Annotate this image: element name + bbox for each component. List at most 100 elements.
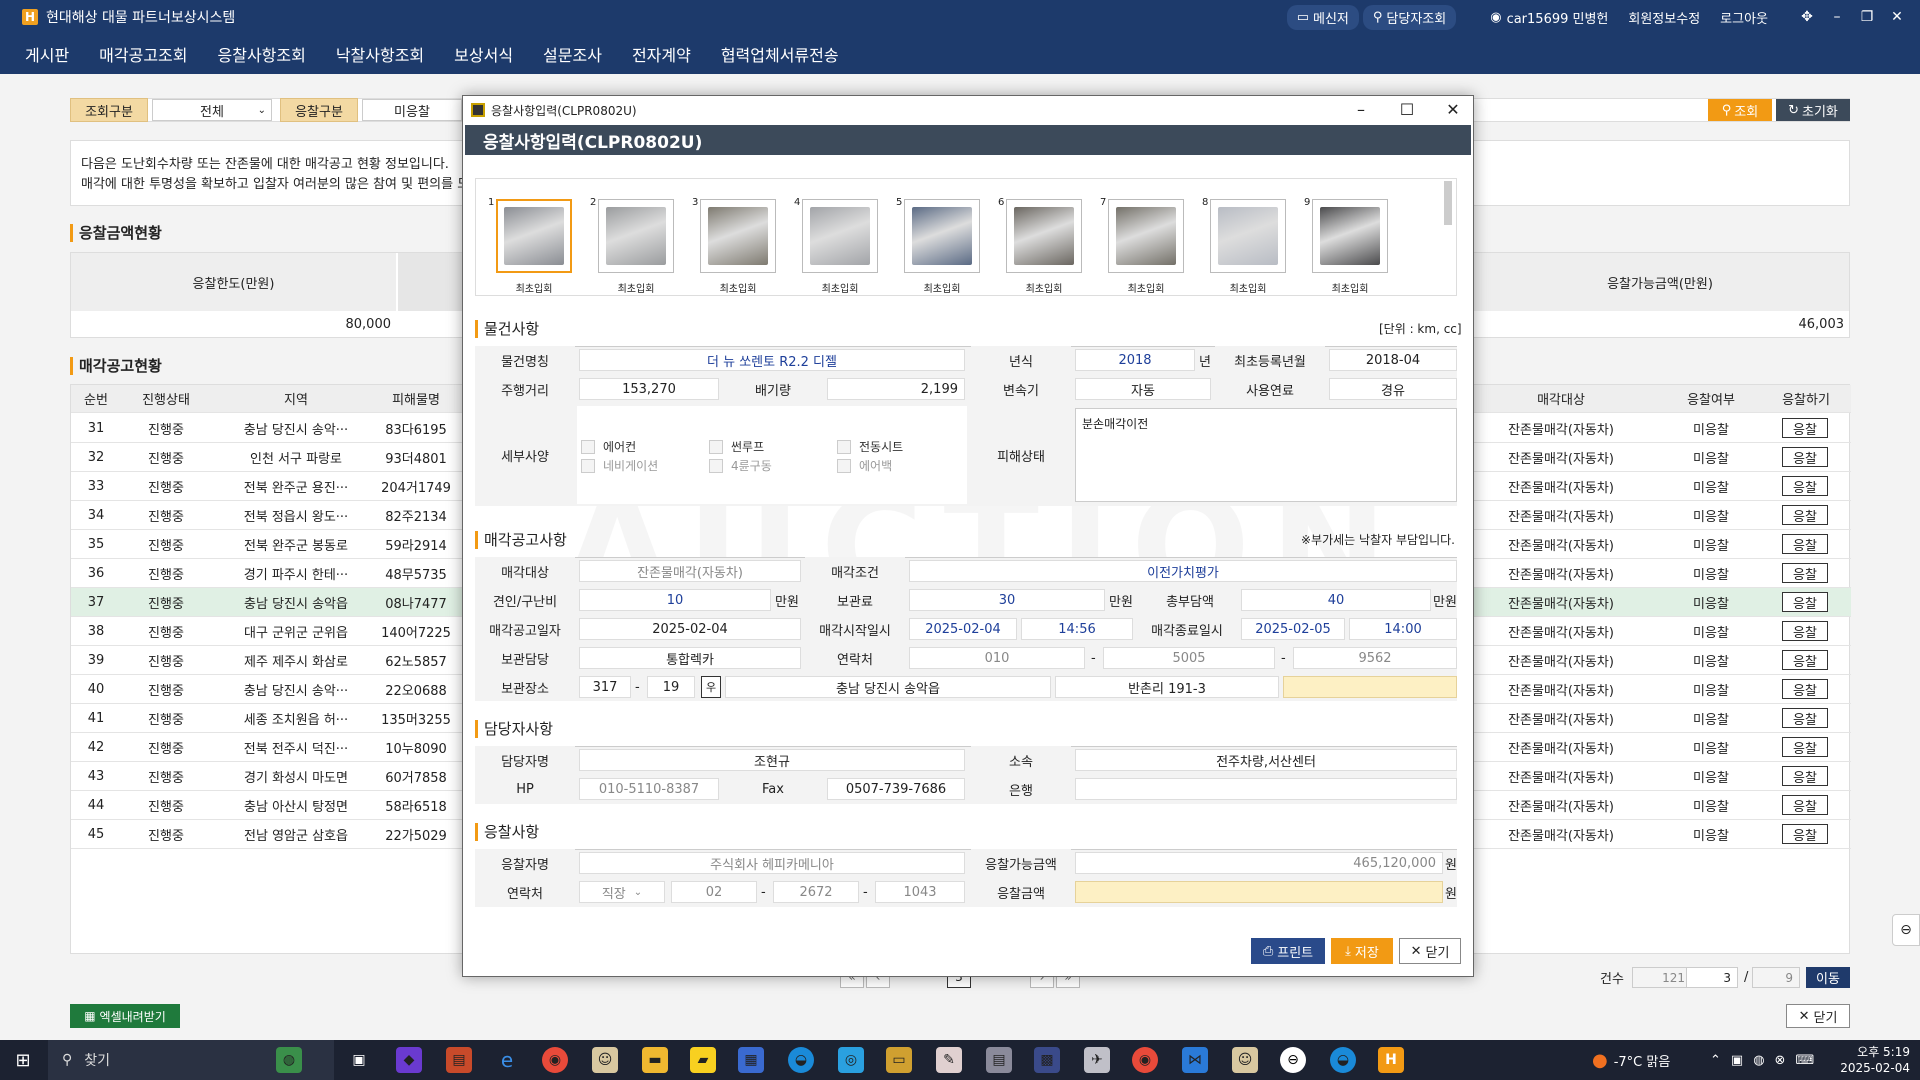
app-icon-5[interactable]: ✎ [936, 1047, 962, 1073]
minimize-icon[interactable]: – [1822, 9, 1852, 25]
menu-e-contract[interactable]: 전자계약 [632, 42, 691, 66]
spec-navi-checkbox[interactable]: 네비게이션 [581, 457, 658, 474]
spec-powerseat-checkbox[interactable]: 전동시트 [837, 438, 903, 455]
bid-button[interactable]: 응찰 [1782, 679, 1828, 699]
weather-widget[interactable]: ● -7°C 맑음 [1592, 1040, 1670, 1080]
address-detail-input[interactable] [1283, 676, 1457, 698]
photo-thumbnail[interactable] [1006, 199, 1082, 273]
ie-icon[interactable]: e [494, 1047, 520, 1073]
app-icon-2[interactable]: ☺ [592, 1047, 618, 1073]
menu-board[interactable]: 게시판 [25, 42, 69, 66]
bid-button[interactable]: 응찰 [1782, 795, 1828, 815]
menu-award-inquiry[interactable]: 낙찰사항조회 [336, 42, 424, 66]
restore-icon[interactable]: ❐ [1852, 9, 1882, 25]
spec-airbag-checkbox[interactable]: 에어백 [837, 457, 892, 474]
vscode-icon[interactable]: ⋈ [1182, 1047, 1208, 1073]
chrome-icon[interactable]: ◉ [542, 1047, 568, 1073]
bid-contact-1[interactable]: 02 [671, 881, 757, 903]
folder-icon[interactable]: ▬ [642, 1047, 668, 1073]
bid-button[interactable]: 응찰 [1782, 766, 1828, 786]
contact-lookup-button[interactable]: ⚲ 담당자조회 [1362, 4, 1457, 30]
bid-button[interactable]: 응찰 [1782, 418, 1828, 438]
logout-link[interactable]: 로그아웃 [1720, 8, 1768, 27]
app-icon-6[interactable]: ▤ [986, 1047, 1012, 1073]
sticky-notes-icon[interactable]: ▰ [690, 1047, 716, 1073]
zip-search-button[interactable]: 우 [701, 676, 721, 698]
bid-contact-3[interactable]: 1043 [875, 881, 965, 903]
page-close-button[interactable]: ✕ 닫기 [1786, 1004, 1850, 1028]
bid-button[interactable]: 응찰 [1782, 708, 1828, 728]
spec-4wd-checkbox[interactable]: 4륜구동 [709, 457, 772, 474]
tray-chat-icon[interactable]: ◍ [1753, 1053, 1764, 1068]
bid-button[interactable]: 응찰 [1782, 824, 1828, 844]
app-icon-3[interactable]: ◎ [838, 1047, 864, 1073]
messenger-button[interactable]: ▭ 메신저 [1286, 4, 1359, 30]
menu-bid-inquiry[interactable]: 응찰사항조회 [218, 42, 306, 66]
photo-thumbnail[interactable] [802, 199, 878, 273]
save-button[interactable]: ⤓ 저장 [1331, 938, 1393, 964]
close-icon[interactable]: ✕ [1882, 9, 1912, 25]
calculator-icon[interactable]: ▦ [738, 1047, 764, 1073]
photo-thumbnail[interactable] [1210, 199, 1286, 273]
menu-survey[interactable]: 설문조사 [543, 42, 602, 66]
page-input[interactable]: 3 [1686, 967, 1738, 988]
bid-button[interactable]: 응찰 [1782, 447, 1828, 467]
app-icon-9[interactable]: ☺ [1232, 1047, 1258, 1073]
dialog-close-button[interactable]: ✕ 닫기 [1399, 938, 1461, 964]
bid-amount-input[interactable] [1075, 881, 1443, 903]
photo-thumbnail[interactable] [904, 199, 980, 273]
edge-icon-2[interactable]: ◒ [1330, 1047, 1356, 1073]
dialog-close-icon[interactable]: ✕ [1443, 100, 1463, 120]
bid-button[interactable]: 응찰 [1782, 476, 1828, 496]
bid-button[interactable]: 응찰 [1782, 650, 1828, 670]
dialog-minimize-icon[interactable]: – [1351, 100, 1371, 120]
edge-icon[interactable]: ◒ [788, 1047, 814, 1073]
photo-thumbnail[interactable] [496, 199, 572, 273]
bid-button[interactable]: 응찰 [1782, 592, 1828, 612]
menu-partner-docs[interactable]: 협력업체서류전송 [721, 42, 839, 66]
menu-sale-notice[interactable]: 매각공고조회 [99, 42, 187, 66]
reset-button[interactable]: ↻ 초기화 [1776, 99, 1850, 121]
tray-app-icon[interactable]: ▣ [1731, 1053, 1743, 1068]
copilot-icon[interactable]: ◆ [396, 1047, 422, 1073]
bid-contact-2[interactable]: 2672 [773, 881, 859, 903]
excel-download-button[interactable]: ▦ 엑셀내려받기 [70, 1004, 180, 1028]
move-icon[interactable]: ✥ [1792, 9, 1822, 25]
filter-bid-select[interactable]: 미응찰 [362, 99, 462, 121]
search-button[interactable]: ⚲ 조회 [1708, 99, 1772, 121]
dialog-maximize-icon[interactable]: ☐ [1397, 100, 1417, 120]
bid-button[interactable]: 응찰 [1782, 563, 1828, 583]
bid-button[interactable]: 응찰 [1782, 737, 1828, 757]
spec-sunroof-checkbox[interactable]: 썬루프 [709, 438, 764, 455]
move-page-button[interactable]: 이동 [1806, 967, 1850, 988]
app-icon-7[interactable]: ▩ [1034, 1047, 1060, 1073]
photo-thumbnail[interactable] [700, 199, 776, 273]
filter-type-select[interactable]: 전체 ⌄ [152, 99, 272, 121]
task-view-icon[interactable]: ▣ [346, 1047, 372, 1073]
app-icon-8[interactable]: ✈ [1084, 1047, 1110, 1073]
chevron-up-icon[interactable]: ⌃ [1710, 1053, 1721, 1068]
clock[interactable]: 오후 5:19 2025-02-04 [1826, 1040, 1910, 1080]
damage-textarea[interactable]: 분손매각이전 [1075, 408, 1457, 502]
print-button[interactable]: ⎙ 프린트 [1251, 938, 1325, 964]
keyboard-icon[interactable]: ⌨ [1795, 1053, 1814, 1068]
spec-aircon-checkbox[interactable]: 에어컨 [581, 438, 636, 455]
windows-start-icon[interactable]: ⊞ [10, 1047, 36, 1073]
chrome-icon-2[interactable]: ◉ [1132, 1047, 1158, 1073]
photo-thumbnail[interactable] [598, 199, 674, 273]
side-chat-icon[interactable]: ⊖ [1892, 914, 1920, 946]
globe-icon[interactable]: ◍ [276, 1047, 302, 1073]
photo-scrollbar[interactable] [1444, 181, 1452, 225]
bid-button[interactable]: 응찰 [1782, 505, 1828, 525]
edit-member-link[interactable]: 회원정보수정 [1628, 8, 1700, 27]
app-icon-4[interactable]: ▭ [886, 1047, 912, 1073]
bid-button[interactable]: 응찰 [1782, 621, 1828, 641]
bid-button[interactable]: 응찰 [1782, 534, 1828, 554]
photo-thumbnail[interactable] [1312, 199, 1388, 273]
app-icon-10[interactable]: ⊖ [1280, 1047, 1306, 1073]
app-icon-1[interactable]: ▤ [446, 1047, 472, 1073]
menu-forms[interactable]: 보상서식 [454, 42, 513, 66]
tray-close-icon[interactable]: ⊗ [1775, 1053, 1786, 1068]
contact-type-select[interactable]: 직장 ⌄ [579, 881, 665, 903]
hyundai-app-icon[interactable]: H [1378, 1047, 1404, 1073]
